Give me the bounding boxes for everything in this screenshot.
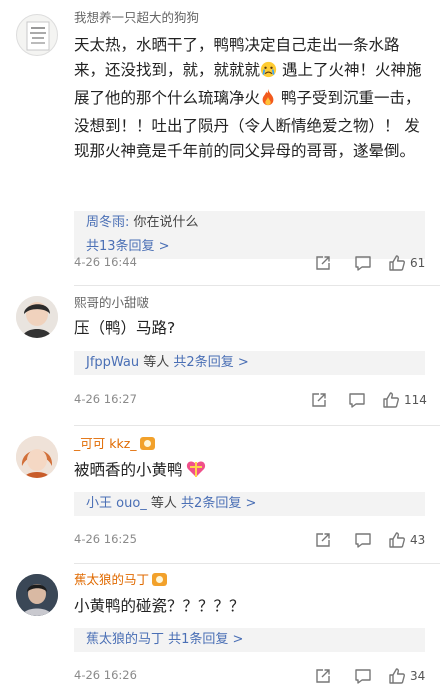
like-button[interactable]: 34 xyxy=(388,666,425,686)
comment-time: 4-26 16:26 xyxy=(74,668,137,682)
like-count: 34 xyxy=(410,669,426,683)
like-icon xyxy=(382,391,400,409)
crying-face-emoji xyxy=(260,61,277,86)
comment-username[interactable]: _可可 kkz_ xyxy=(74,436,155,452)
comment-username[interactable]: 蕉太狼的马丁 xyxy=(74,572,168,588)
reply-count-link[interactable]: 共1条回复 > xyxy=(168,632,243,647)
comment-username[interactable]: 我想养一只超大的狗狗 xyxy=(74,10,199,26)
vip-badge-icon xyxy=(139,437,155,450)
comment-footer: 4-26 16:25 43 xyxy=(74,530,440,550)
comment-text: 压（鸭）马路? xyxy=(74,319,176,337)
reply-count-link[interactable]: 共2条回复 > xyxy=(181,496,256,511)
share-icon[interactable] xyxy=(314,253,332,273)
comment-footer: 4-26 16:26 34 xyxy=(74,666,440,686)
avatar[interactable] xyxy=(16,14,58,56)
reply-preview-box[interactable]: 蕉太狼的马丁 共1条回复 > xyxy=(74,628,425,652)
reply-preview-box[interactable]: JfppWau 等人 共2条回复 > xyxy=(74,351,425,375)
like-count: 43 xyxy=(410,533,426,547)
username-text[interactable]: 蕉太狼的马丁 xyxy=(74,572,149,587)
comment-text: 被晒香的小黄鸭 xyxy=(74,458,424,486)
reply-summary[interactable]: JfppWau 等人 共2条回复 > xyxy=(74,351,425,375)
comment-username[interactable]: 熙哥的小甜啵 xyxy=(74,295,149,311)
reply-summary[interactable]: 小王 ouo_ 等人 共2条回复 > xyxy=(74,492,425,516)
comment-item: _可可 kkz_ 被晒香的小黄鸭 小王 ouo_ 等人 共2条回复 > 4-26… xyxy=(0,426,440,563)
comment-item: 蕉太狼的马丁 小黄鸭的碰瓷？？？？？ 蕉太狼的马丁 共1条回复 > 4-26 1… xyxy=(0,564,440,697)
comment-footer: 4-26 16:44 61 xyxy=(74,253,440,273)
comment-icon[interactable] xyxy=(348,390,366,410)
avatar[interactable] xyxy=(16,574,58,616)
reply-preview[interactable]: 周冬雨: 你在说什么 xyxy=(74,211,425,235)
like-count: 114 xyxy=(404,393,427,407)
reply-author[interactable]: JfppWau xyxy=(86,355,139,370)
gift-heart-emoji xyxy=(186,460,206,486)
reply-others-label: 等人 xyxy=(139,355,174,370)
comment-text: 小黄鸭的碰瓷？？？？？ xyxy=(74,597,245,615)
like-icon xyxy=(388,531,406,549)
comment-time: 4-26 16:27 xyxy=(74,392,137,406)
like-icon xyxy=(388,667,406,685)
comment-item: 熙哥的小甜啵 压（鸭）马路? JfppWau 等人 共2条回复 > 4-26 1… xyxy=(0,286,440,425)
reply-author[interactable]: 蕉太狼的马丁 xyxy=(86,632,164,647)
comment-icon[interactable] xyxy=(354,666,372,686)
comment-item: 我想养一只超大的狗狗 天太热，水晒干了，鸭鸭决定自己走出一条水路来，还没找到，就… xyxy=(0,0,440,285)
like-icon xyxy=(388,254,406,272)
reply-count-link[interactable]: 共2条回复 > xyxy=(173,355,248,370)
comment-time: 4-26 16:44 xyxy=(74,255,137,269)
vip-badge-icon xyxy=(152,573,168,586)
like-count: 61 xyxy=(410,256,426,270)
reply-text: 你在说什么 xyxy=(129,215,199,230)
like-button[interactable]: 43 xyxy=(388,530,425,550)
comment-text: 天太热，水晒干了，鸭鸭决定自己走出一条水路来，还没找到，就，就就就 遇上了火神！… xyxy=(74,33,424,164)
username-text[interactable]: _可可 kkz_ xyxy=(74,436,137,451)
like-button[interactable]: 114 xyxy=(382,390,427,410)
reply-author[interactable]: 小王 ouo_ xyxy=(86,496,147,511)
reply-author[interactable]: 周冬雨: xyxy=(86,215,129,230)
fire-emoji xyxy=(260,88,276,114)
reply-others-label: 等人 xyxy=(146,496,182,511)
avatar[interactable] xyxy=(16,296,58,338)
comment-text-part: 被晒香的小黄鸭 xyxy=(74,461,183,479)
share-icon[interactable] xyxy=(314,530,332,550)
reply-summary[interactable]: 蕉太狼的马丁 共1条回复 > xyxy=(74,628,425,652)
like-button[interactable]: 61 xyxy=(388,253,425,273)
comment-footer: 4-26 16:27 114 xyxy=(74,390,440,410)
avatar[interactable] xyxy=(16,436,58,478)
reply-preview-box[interactable]: 周冬雨: 你在说什么 共13条回复 > xyxy=(74,211,425,259)
share-icon[interactable] xyxy=(314,666,332,686)
reply-preview-box[interactable]: 小王 ouo_ 等人 共2条回复 > xyxy=(74,492,425,516)
share-icon[interactable] xyxy=(310,390,328,410)
comment-time: 4-26 16:25 xyxy=(74,532,137,546)
comment-icon[interactable] xyxy=(354,253,372,273)
comment-icon[interactable] xyxy=(354,530,372,550)
